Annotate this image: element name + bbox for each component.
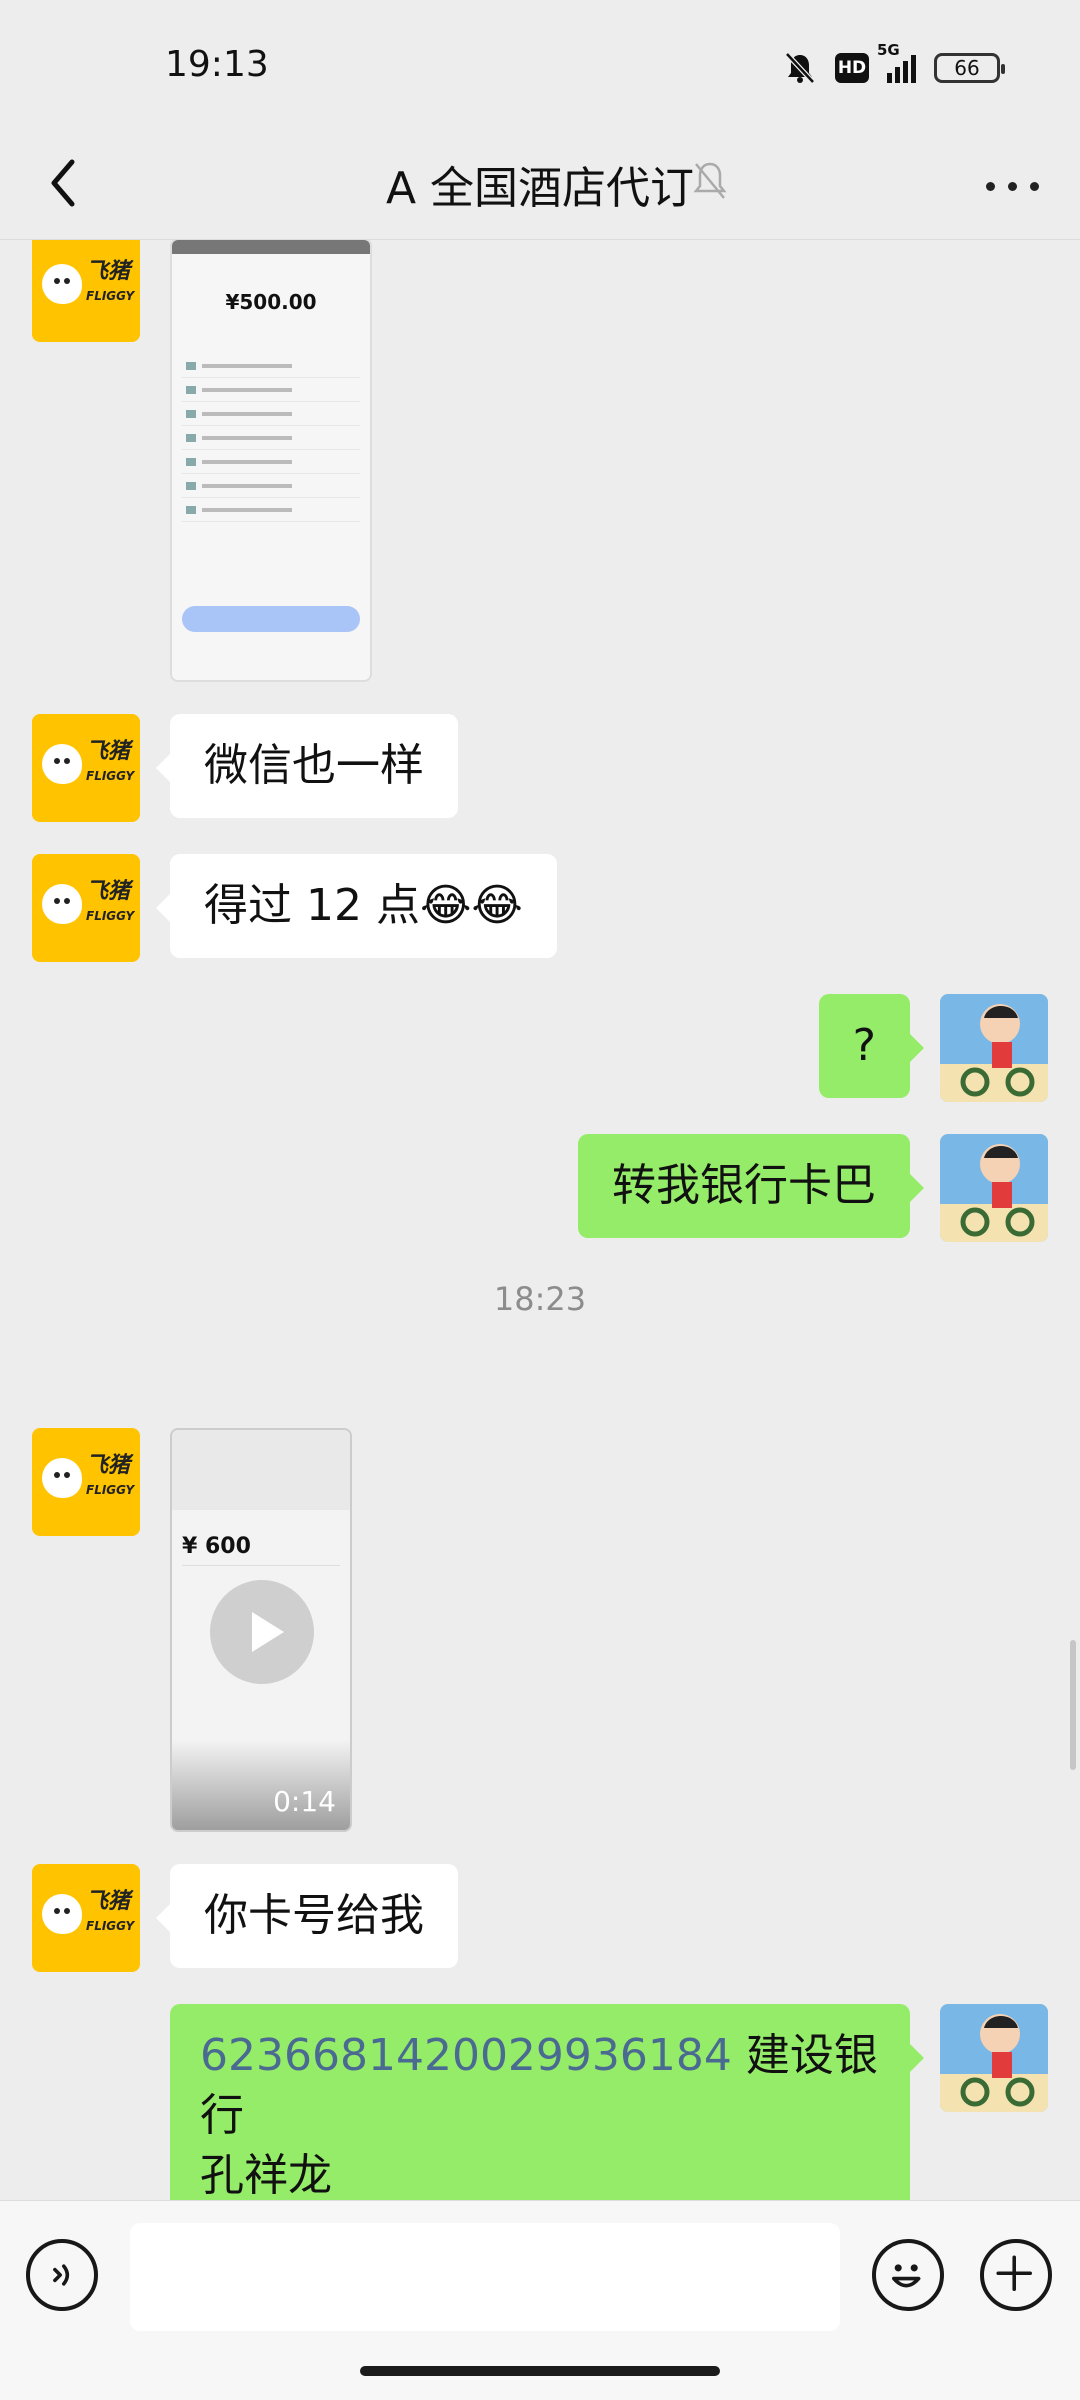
message-text-line2: 孔祥龙 xyxy=(200,2150,332,2200)
hd-icon: HD xyxy=(835,53,869,83)
message-timestamp: 18:23 xyxy=(493,1280,587,1318)
emoji-icon[interactable] xyxy=(872,2239,944,2311)
message-input[interactable] xyxy=(130,2223,840,2331)
message-bubble-incoming[interactable]: 微信也一样 xyxy=(156,714,458,818)
message-text: ? xyxy=(852,1020,876,1071)
message-text: 你卡号给我 xyxy=(204,1890,424,1941)
contact-avatar[interactable]: 飞猪 FLIGGY xyxy=(32,854,140,962)
message-bubble-incoming[interactable]: 得过 12 点😂😂 xyxy=(156,854,557,958)
bell-off-icon xyxy=(693,162,727,199)
message-bubble-outgoing[interactable]: 6236681420029936184 建设银行 孔祥龙 xyxy=(170,2004,924,2200)
status-bar: 19:13 HD 5G 66 xyxy=(0,0,1080,130)
fliggy-logo-icon xyxy=(42,264,82,304)
status-time: 19:13 xyxy=(165,44,269,85)
contact-avatar[interactable]: 飞猪 FLIGGY xyxy=(32,714,140,822)
video-amount-text: ¥ 600 xyxy=(182,1534,251,1559)
contact-avatar[interactable]: 飞猪 FLIGGY xyxy=(32,1428,140,1536)
signal-5g-icon: 5G xyxy=(877,41,916,83)
network-label: 5G xyxy=(877,41,900,59)
status-icons: HD 5G 66 xyxy=(783,41,1005,88)
fliggy-logo-icon xyxy=(42,1458,82,1498)
user-avatar[interactable] xyxy=(940,2004,1048,2112)
fliggy-logo-icon xyxy=(42,1894,82,1934)
contact-avatar[interactable]: 飞猪 FLIGGY xyxy=(32,1864,140,1972)
voice-icon[interactable] xyxy=(26,2239,98,2311)
more-dots-icon[interactable] xyxy=(986,170,1046,200)
plus-icon[interactable] xyxy=(980,2239,1052,2311)
bank-card-number-link[interactable]: 6236681420029936184 xyxy=(200,2030,732,2081)
battery-icon: 66 xyxy=(934,53,1005,83)
contact-avatar[interactable]: 飞猪 FLIGGY xyxy=(32,240,140,342)
message-bubble-outgoing[interactable]: 转我银行卡巴 xyxy=(578,1134,924,1238)
chat-messages: 飞猪 FLIGGY ¥500.00 飞猪 FLIGGY 微信也一样 飞猪 FLIGGY… xyxy=(0,240,1080,2200)
message-text: 转我银行卡巴 xyxy=(612,1160,876,1211)
chat-title[interactable]: A 全国酒店代订 xyxy=(0,152,1080,216)
mute-bell-icon xyxy=(785,52,815,84)
battery-level: 66 xyxy=(954,56,980,80)
image-amount-text: ¥500.00 xyxy=(225,290,317,314)
message-bubble-outgoing[interactable]: ? xyxy=(818,994,925,1098)
image-message[interactable]: ¥500.00 xyxy=(170,240,372,682)
fliggy-logo-icon xyxy=(42,744,82,784)
video-message[interactable]: ¥ 600 0:14 xyxy=(170,1428,352,1832)
message-bubble-incoming[interactable]: 你卡号给我 xyxy=(156,1864,458,1968)
message-text: 得过 12 点😂😂 xyxy=(204,880,523,931)
home-indicator[interactable] xyxy=(360,2366,720,2376)
user-avatar[interactable] xyxy=(940,1134,1048,1242)
video-duration: 0:14 xyxy=(273,1785,336,1818)
chat-header: A 全国酒店代订 xyxy=(0,130,1080,240)
fliggy-logo-icon xyxy=(42,884,82,924)
play-icon[interactable] xyxy=(210,1580,314,1684)
user-avatar[interactable] xyxy=(940,994,1048,1102)
scrollbar-thumb[interactable] xyxy=(1070,1640,1076,1770)
message-text: 微信也一样 xyxy=(204,740,424,791)
